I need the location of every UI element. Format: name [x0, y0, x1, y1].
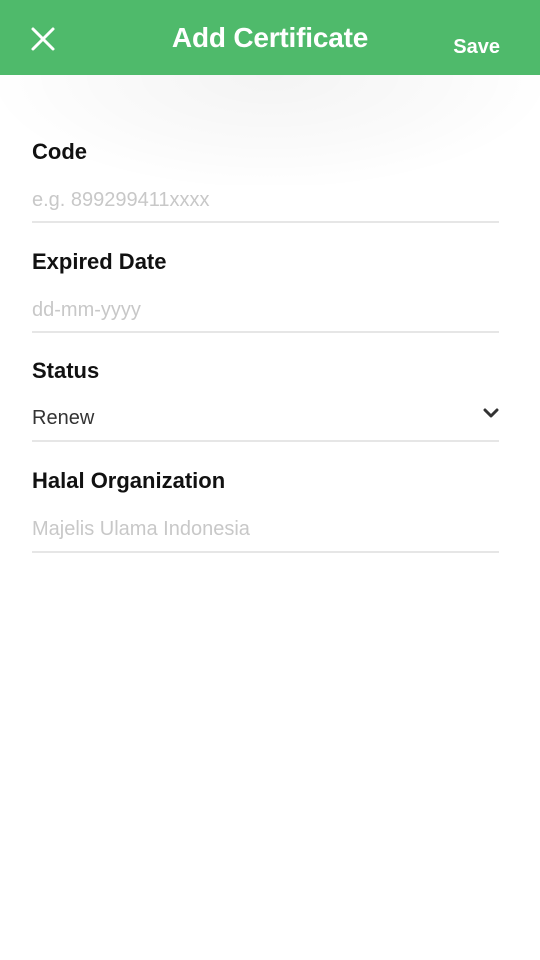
- status-label: Status: [32, 358, 100, 383]
- chevron-down-icon: [483, 407, 499, 419]
- code-input[interactable]: [32, 186, 472, 214]
- close-button[interactable]: [24, 20, 62, 58]
- halal-organization-label: Halal Organization: [32, 468, 226, 493]
- halal-organization-input[interactable]: [32, 515, 472, 543]
- halal-organization-underline: [32, 551, 499, 553]
- expired-date-input[interactable]: [32, 296, 472, 324]
- code-field-group: Code: [32, 138, 499, 224]
- status-field-group: Status Renew: [32, 357, 499, 443]
- app-bar: Add Certificate Save: [0, 0, 540, 75]
- add-certificate-screen: Add Certificate Save Code Expired Date S…: [0, 0, 540, 960]
- code-underline: [32, 221, 499, 223]
- code-label: Code: [32, 139, 87, 164]
- expired-date-underline: [32, 331, 499, 333]
- close-icon: [31, 27, 55, 51]
- expired-date-field-group: Expired Date: [32, 248, 499, 334]
- expired-date-label: Expired Date: [32, 249, 167, 274]
- status-underline: [32, 440, 499, 442]
- save-button[interactable]: Save: [453, 34, 500, 60]
- status-select[interactable]: Renew: [32, 397, 499, 457]
- status-selected-value: Renew: [32, 407, 95, 429]
- halal-organization-field-group: Halal Organization: [32, 467, 499, 553]
